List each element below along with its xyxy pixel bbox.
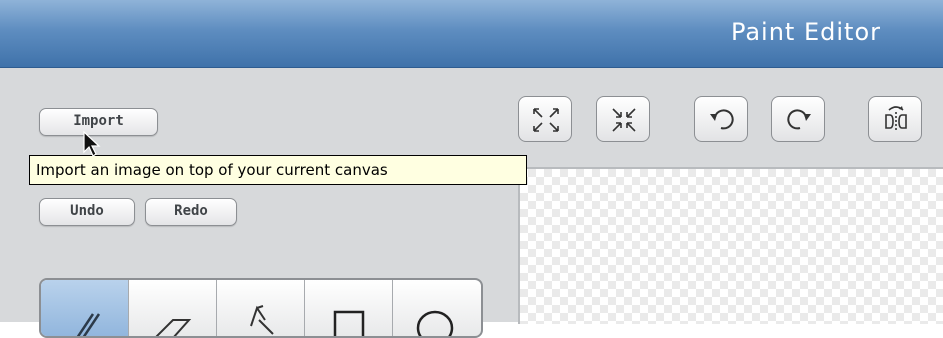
flip-horizontal-button[interactable] [868,96,922,142]
rectangle-tool[interactable] [305,280,393,336]
rotate-right-icon [787,109,811,130]
eraser-icon [155,319,192,336]
paintbrush-tool[interactable] [41,280,129,336]
ellipse-tool[interactable] [393,280,481,336]
tool-palette [39,278,483,338]
rectangle-icon [333,310,365,336]
rotate-left-icon [710,109,734,130]
fill-bucket-icon [250,305,274,335]
fill-bucket-tool[interactable] [217,280,305,336]
window-title: Paint Editor [730,18,881,46]
mouse-pointer-icon [83,130,101,157]
grow-icon [533,108,559,132]
flip-horizontal-icon [885,106,907,130]
ellipse-icon [416,310,454,336]
shrink-button[interactable] [596,96,650,142]
rotate-left-button[interactable] [694,96,748,142]
eraser-tool[interactable] [129,280,217,336]
redo-button[interactable]: Redo [145,198,237,226]
undo-button[interactable]: Undo [39,198,135,226]
paint-canvas[interactable] [518,167,943,324]
paintbrush-icon [76,313,101,336]
shrink-icon [612,108,636,132]
rotate-right-button[interactable] [771,96,825,142]
grow-button[interactable] [518,96,572,142]
title-bar: Paint Editor [0,0,943,68]
